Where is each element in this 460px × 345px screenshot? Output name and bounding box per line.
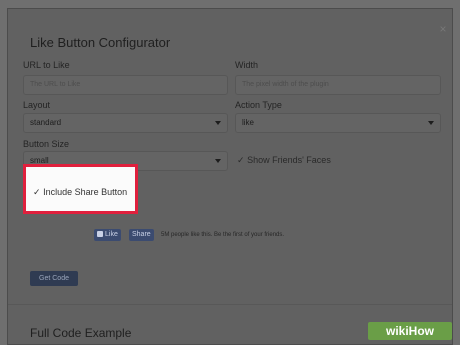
layout-value: standard <box>30 118 62 127</box>
share-button-preview[interactable]: Share <box>129 229 154 241</box>
width-label: Width <box>235 60 259 70</box>
button-size-label: Button Size <box>23 139 70 149</box>
like-button-preview[interactable]: Like <box>94 229 121 241</box>
section-divider <box>8 304 452 305</box>
close-icon[interactable]: × <box>437 23 449 35</box>
dialog-title: Like Button Configurator <box>30 35 171 50</box>
show-faces-checkbox[interactable]: ✓ Show Friends' Faces <box>237 155 331 166</box>
like-label: Like <box>105 231 118 238</box>
action-type-label: Action Type <box>235 100 282 110</box>
checkmark-icon: ✓ <box>237 155 245 165</box>
social-context-text: 5M people like this. Be the first of you… <box>161 232 285 238</box>
share-option-highlight: ✓ Include Share Button <box>23 164 138 214</box>
width-input[interactable]: The pixel width of the plugin <box>235 75 441 95</box>
action-type-select[interactable]: like <box>235 113 441 133</box>
chevron-down-icon <box>428 121 434 125</box>
include-share-label: Include Share Button <box>43 187 128 197</box>
show-faces-label: Show Friends' Faces <box>247 155 331 165</box>
configurator-dialog: × Like Button Configurator URL to Like T… <box>7 8 453 345</box>
thumbs-up-icon <box>97 231 103 237</box>
get-code-button[interactable]: Get Code <box>30 271 78 286</box>
include-share-checkbox[interactable]: ✓ Include Share Button <box>33 187 127 198</box>
chevron-down-icon <box>215 121 221 125</box>
layout-label: Layout <box>23 100 51 110</box>
url-label: URL to Like <box>23 60 70 70</box>
share-label: Share <box>132 231 151 238</box>
wikihow-watermark: wikiHow <box>368 322 452 340</box>
action-type-value: like <box>242 118 255 127</box>
chevron-down-icon <box>215 159 221 163</box>
url-input[interactable]: The URL to Like <box>23 75 228 95</box>
layout-select[interactable]: standard <box>23 113 228 133</box>
checkmark-icon: ✓ <box>33 187 41 197</box>
full-code-heading: Full Code Example <box>30 326 132 340</box>
